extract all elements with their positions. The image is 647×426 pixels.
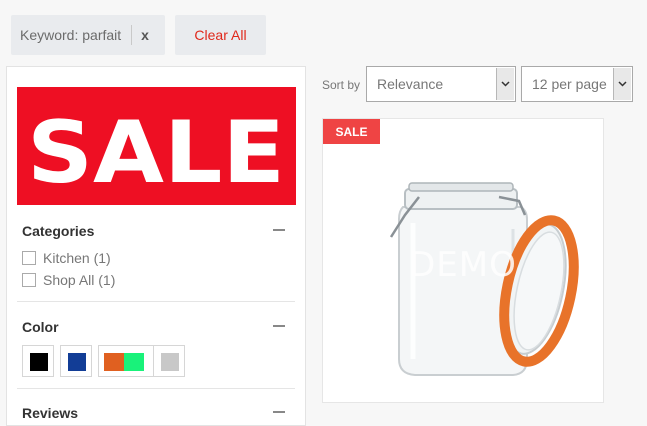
reviews-title: Reviews <box>22 405 79 421</box>
remove-keyword-button[interactable]: x <box>141 27 149 43</box>
clear-all-label: Clear All <box>194 27 247 43</box>
color-swatch-blue[interactable] <box>60 345 92 377</box>
glass-jar-product-image[interactable]: DEMO <box>323 119 603 402</box>
sale-banner-graphic: SALE <box>27 103 285 203</box>
swatch-fill <box>68 353 86 371</box>
swatch-fill <box>30 353 48 371</box>
color-collapse-icon[interactable] <box>273 325 285 327</box>
categories-title: Categories <box>22 223 95 239</box>
category-kitchen[interactable]: Kitchen (1) <box>22 250 111 266</box>
clear-all-button[interactable]: Clear All <box>175 15 266 55</box>
swatch-fill-green <box>124 353 144 371</box>
sort-value: Relevance <box>377 76 444 92</box>
checkbox[interactable] <box>22 251 36 265</box>
swatch-fill <box>161 353 179 371</box>
filter-sidebar: SALE Categories Kitchen (1) Shop All (1)… <box>6 66 306 426</box>
sale-banner[interactable]: SALE <box>17 87 296 205</box>
reviews-collapse-icon[interactable] <box>273 411 285 413</box>
demo-watermark: DEMO <box>409 245 517 285</box>
color-swatch-orange-green[interactable] <box>98 345 154 377</box>
category-label: Shop All (1) <box>43 272 116 288</box>
color-swatch-black[interactable] <box>22 345 54 377</box>
chip-divider <box>131 25 133 45</box>
category-shop-all[interactable]: Shop All (1) <box>22 272 115 288</box>
chevron-down-icon[interactable] <box>613 68 631 100</box>
product-card[interactable]: SALE DEMO <box>322 118 604 403</box>
sort-by-label: Sort by <box>322 78 361 92</box>
per-page-select[interactable]: 12 per page <box>521 66 633 102</box>
chevron-down-icon[interactable] <box>496 68 514 100</box>
swatch-fill-orange <box>104 353 124 371</box>
checkbox[interactable] <box>22 273 36 287</box>
section-divider <box>17 301 295 302</box>
categories-collapse-icon[interactable] <box>273 229 285 231</box>
keyword-filter-label: Keyword: parfait <box>20 27 122 43</box>
category-label: Kitchen (1) <box>43 250 111 266</box>
per-page-value: 12 per page <box>532 76 607 92</box>
sort-select[interactable]: Relevance <box>366 66 516 102</box>
color-title: Color <box>22 319 59 335</box>
color-swatch-gray[interactable] <box>153 345 185 377</box>
sale-banner-text: SALE <box>27 103 285 203</box>
keyword-filter-chip: Keyword: parfait x <box>11 15 165 55</box>
section-divider <box>17 388 295 389</box>
